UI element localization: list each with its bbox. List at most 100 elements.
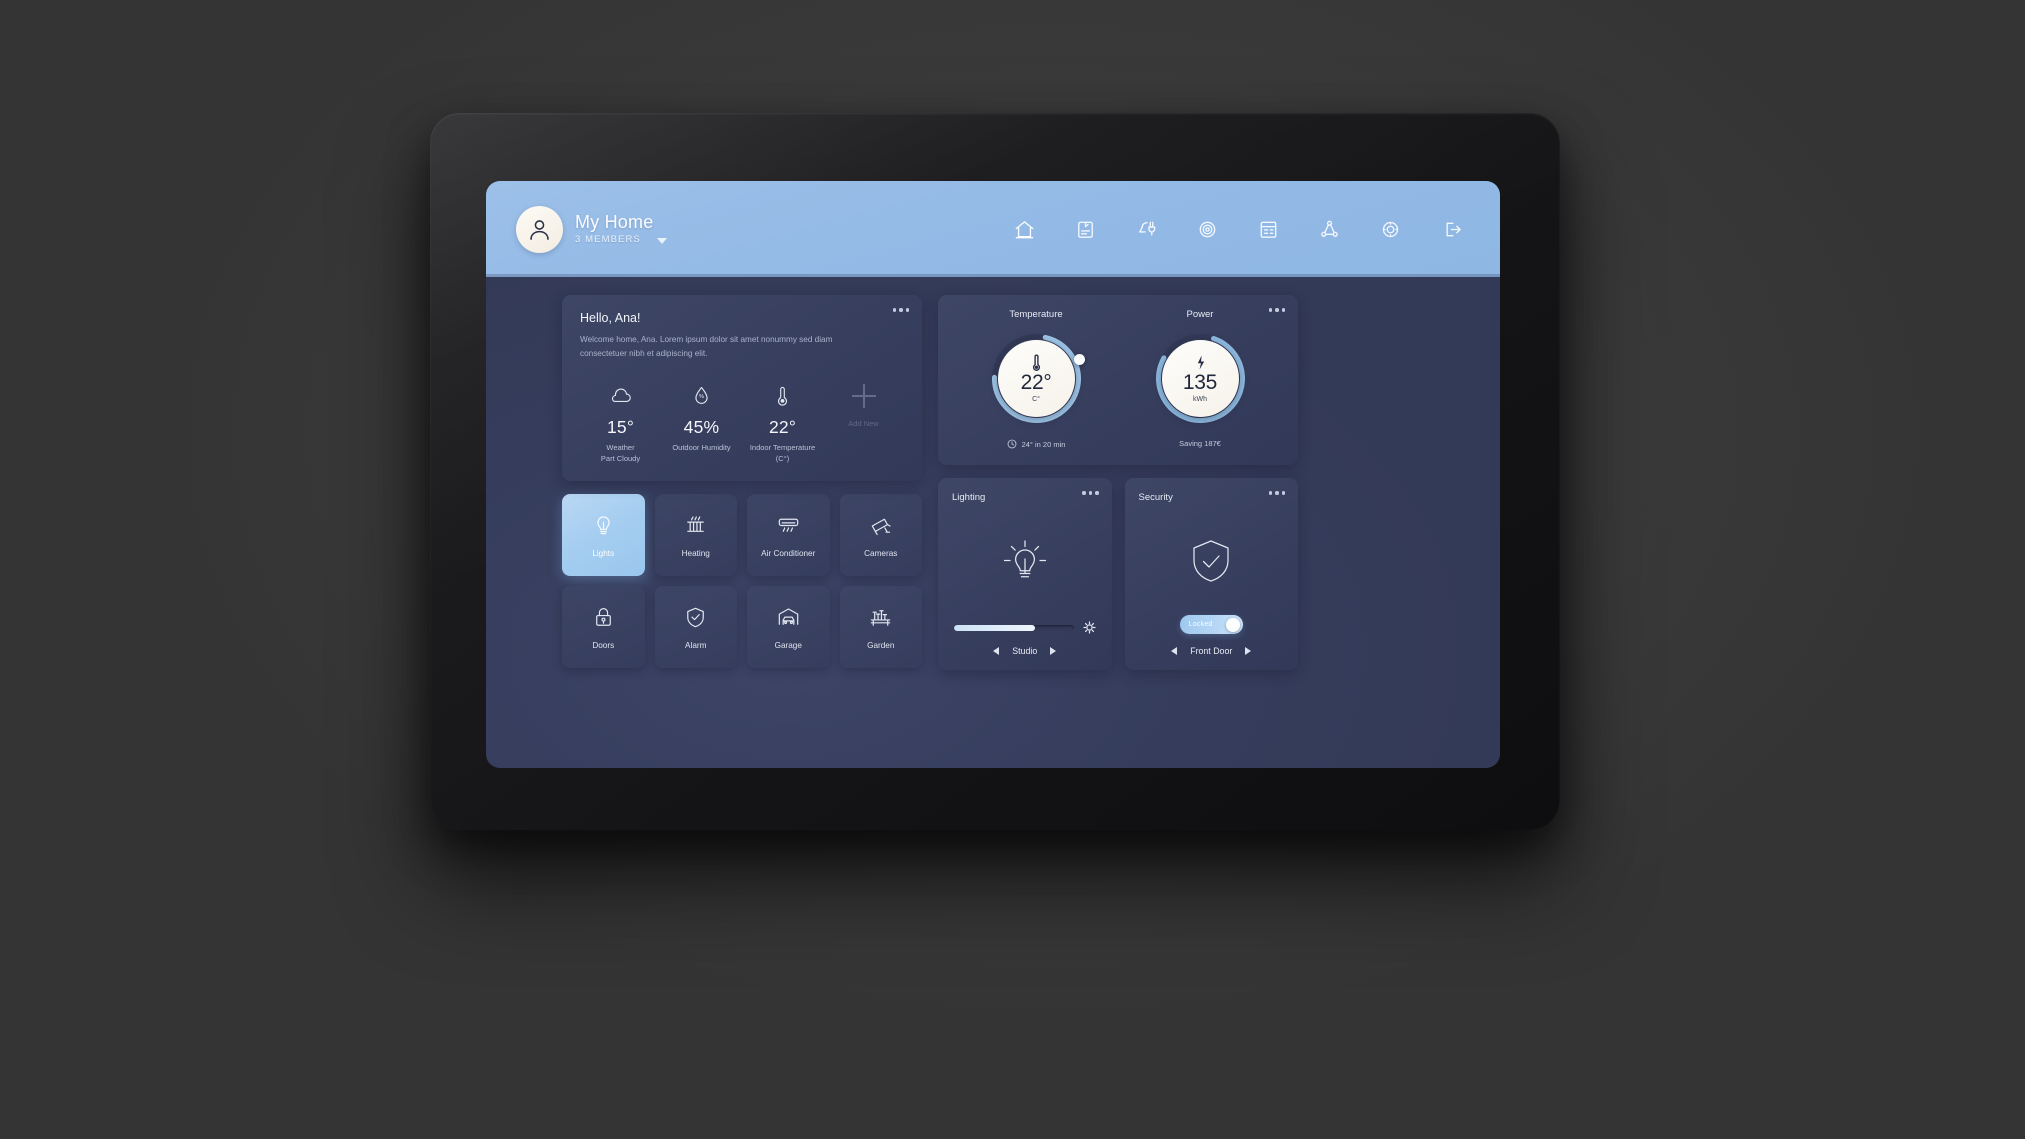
stat-add-new[interactable]: Add New [823,378,904,465]
more-options-icon[interactable] [1268,308,1285,312]
shield-check-icon [687,608,705,628]
temperature-gauge[interactable]: Temperature 22° C° 24° in 20 min [954,309,1118,449]
lighting-bulb[interactable] [952,503,1098,621]
shield-check-icon [1193,540,1229,582]
tile-label: Air Conditioner [761,549,816,559]
tablet-screen: My Home 3 MEMBERS Hello, Ana! Welcome ho… [486,181,1500,768]
temperature-slider-knob[interactable] [1073,354,1085,365]
power-unit: kWh [1193,396,1207,403]
temperature-footer: 24° in 20 min [1007,439,1066,449]
tile-label: Doors [592,641,615,651]
gauges-card: Temperature 22° C° 24° in 20 min Power 1… [938,295,1298,465]
more-options-icon[interactable] [892,308,909,312]
stat-value: 15° [606,417,635,438]
temperature-footer-text: 24° in 20 min [1021,439,1066,449]
nav-automation[interactable] [1316,216,1342,242]
target-scenes-icon [1199,221,1215,237]
more-options-icon[interactable] [1082,491,1099,495]
members-count: 3 MEMBERS [575,234,641,246]
device-screen-icon [1077,221,1093,238]
tile-label: Garage [774,641,802,651]
gauge-title: Temperature [1009,309,1063,320]
home-title: My Home [575,212,654,233]
tablet-device: My Home 3 MEMBERS Hello, Ana! Welcome ho… [430,113,1560,830]
network-nodes-icon [1320,220,1338,237]
stat-value: 22° [768,417,797,438]
tile-label: Garden [867,641,895,651]
clock-icon [1007,439,1016,449]
power-footer-text: Saving 187€ [1179,439,1221,448]
top-navigation-bar: My Home 3 MEMBERS [486,181,1500,277]
profile-selector[interactable]: My Home 3 MEMBERS [516,205,667,253]
stat-humidity: % 45% Outdoor Humidity [661,378,742,465]
greeting-title: Hello, Ana! [580,311,641,325]
device-tile-heating[interactable]: Heating [654,493,737,576]
dashboard-content: Hello, Ana! Welcome home, Ana. Lorem ips… [486,277,1500,670]
temperature-unit: C° [1032,396,1040,403]
lighting-title: Lighting [952,492,986,503]
security-zone-stepper: Front Door [1139,638,1285,656]
radiator-icon [687,516,705,533]
lighting-panel: Lighting Studio [938,478,1112,670]
nav-devices[interactable] [1072,216,1098,242]
stats-row: 15° Weather Part Cloudy % 45% Outdoor Hu… [580,378,904,465]
power-footer: Saving 187€ [1179,439,1221,448]
arrow-left-icon[interactable] [1171,647,1178,655]
power-value: 135 [1182,371,1218,394]
brightness-track[interactable] [954,624,1074,631]
control-panels: Lighting Studio Security Locked Front Do… [938,478,1298,670]
left-column: Hello, Ana! Welcome home, Ana. Lorem ips… [562,295,922,670]
arrow-right-icon[interactable] [1245,647,1252,655]
svg-text:%: % [699,394,704,400]
security-shield [1139,503,1285,615]
power-gauge[interactable]: Power 135 kWh Saving 187€ [1118,309,1282,449]
chevron-down-icon[interactable] [656,237,667,244]
lightbulb-icon [597,516,610,535]
more-options-icon[interactable] [1268,491,1285,495]
temperature-readout: 22° C° [997,340,1075,417]
nav-schedule[interactable] [1255,216,1281,242]
lock-toggle-knob[interactable] [1225,617,1240,632]
plug-lamp-icon [1138,221,1155,236]
avatar [516,205,563,253]
brightness-fill [954,624,1036,631]
tile-label: Alarm [685,641,707,651]
security-title: Security [1138,492,1173,503]
device-tile-cameras[interactable]: Cameras [839,493,922,576]
air-conditioner-icon [778,518,799,533]
brightness-sun-icon[interactable] [1082,621,1096,634]
arrow-left-icon[interactable] [993,647,1000,655]
stat-label: Indoor Temperature (C°) [749,443,816,463]
temperature-ring[interactable]: 22° C° [989,331,1085,426]
device-tile-garden[interactable]: Garden [839,585,922,668]
greeting-card: Hello, Ana! Welcome home, Ana. Lorem ips… [562,295,922,481]
tile-label: Cameras [864,549,898,559]
arrow-right-icon[interactable] [1050,647,1057,655]
lock-toggle[interactable]: Locked [1179,615,1243,634]
tile-label: Heating [681,549,710,559]
plus-icon [851,378,876,414]
thermometer-icon [769,378,796,414]
stat-label: Add New [848,419,879,429]
stat-indoor-temp: 22° Indoor Temperature (C°) [742,378,823,465]
gear-settings-icon [1382,221,1398,237]
lighting-room-stepper: Studio [952,638,1098,656]
garden-bench-icon [870,610,891,627]
lightbulb-rays-icon [1003,540,1046,578]
nav-settings[interactable] [1377,216,1403,242]
device-tile-alarm[interactable]: Alarm [654,585,737,668]
stat-label: Outdoor Humidity [672,443,731,453]
device-tile-doors[interactable]: Doors [562,585,645,668]
device-tile-garage[interactable]: Garage [747,585,830,668]
nav-energy[interactable] [1133,216,1159,242]
nav-logout[interactable] [1438,216,1464,242]
tile-label: Lights [592,549,615,559]
security-zone-label: Front Door [1190,646,1233,656]
brightness-slider[interactable] [952,621,1098,634]
device-tile-lights[interactable]: Lights [562,493,645,576]
nav-scenes[interactable] [1194,216,1220,242]
device-tile-air-conditioner[interactable]: Air Conditioner [747,493,830,576]
garage-car-icon [778,608,799,626]
nav-home[interactable] [1011,216,1037,242]
humidity-drop-icon: % [688,378,715,414]
